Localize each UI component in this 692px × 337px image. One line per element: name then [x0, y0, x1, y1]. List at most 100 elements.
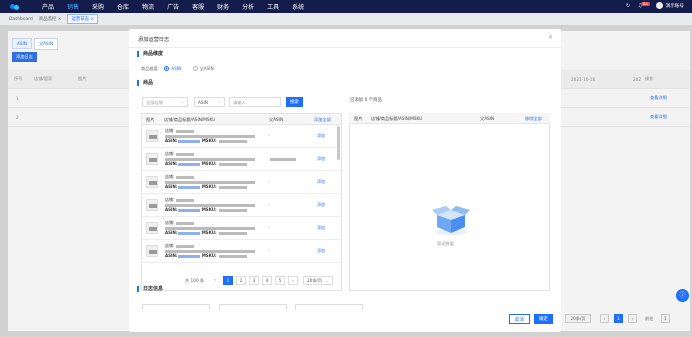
nav-item-system[interactable]: 系统 [292, 2, 304, 11]
nav-item-ads[interactable]: 广告 [167, 2, 179, 11]
goto-label: 前往 [645, 316, 654, 321]
page-size-select[interactable]: 20条/页 [565, 314, 591, 323]
msku-label: MSKU: [201, 207, 217, 212]
prev-page-button[interactable]: ‹ [600, 314, 609, 323]
list-item: 店铺: ASIN: MSKU: 添加 [142, 148, 341, 171]
col-parent-asin: 父ASIN [269, 117, 284, 122]
page-1-button[interactable]: 1 [614, 314, 623, 323]
nav-item-finance[interactable]: 财务 [217, 2, 229, 11]
list-item: 店铺: ASIN: MSKU: - 添加 [142, 194, 341, 217]
list-item: 店铺: ASIN: MSKU: - 添加 [142, 171, 341, 194]
add-link[interactable]: 添加 [317, 202, 325, 208]
add-log-button[interactable]: 添加日志 [12, 52, 37, 62]
log-field-3[interactable] [295, 304, 363, 310]
page-tabs-bar: Dashboard 商品监控 × 运营日志 × [0, 13, 692, 25]
page-5-button[interactable]: 5 [275, 276, 285, 285]
asin-label: ASIN: [165, 161, 178, 166]
view-detail-link[interactable]: 查看详细 [650, 114, 667, 120]
col-parent-asin: 父ASIN [480, 116, 495, 121]
filter-parent-asin-button[interactable]: 父ASIN [34, 38, 59, 50]
asin-label: ASIN: [165, 207, 178, 212]
add-link[interactable]: 添加 [317, 156, 325, 162]
list-item: 店铺: ASIN: MSKU: - 添加 [142, 240, 341, 263]
page-1-button[interactable]: 1 [223, 276, 233, 285]
asin-label: ASIN: [165, 184, 178, 189]
page-4-button[interactable]: 4 [262, 276, 272, 285]
avatar[interactable] [655, 2, 663, 9]
col-date-2: 202 [633, 76, 641, 82]
selected-products-panel: 已添加 0 个商品 图片 店铺/商品标题/ASIN/MSKU 父ASIN 移除全… [349, 98, 550, 291]
asin-label: ASIN: [165, 138, 178, 143]
view-detail-link[interactable]: 查看详细 [650, 95, 667, 101]
add-all-link[interactable]: 添加全部 [314, 117, 331, 123]
col-shop: 店铺/国家 [34, 76, 53, 81]
cancel-button[interactable]: 取消 [509, 314, 530, 324]
search-input[interactable]: 请输入 [229, 97, 281, 107]
nav-item-warehouse[interactable]: 仓库 [117, 2, 129, 11]
type-select[interactable]: ASIN ⌄ [194, 97, 225, 107]
page-3-button[interactable]: 3 [249, 276, 259, 285]
list-scrollbar[interactable] [337, 126, 340, 160]
tab-operation-log[interactable]: 运营日志 × [67, 14, 99, 24]
product-table-header: 图片 店铺/商品标题/ASIN/MSKU 父ASIN 添加全部 [142, 114, 341, 125]
pagination-total: 共 100 条 [185, 278, 205, 283]
confirm-button[interactable]: 确定 [534, 314, 553, 324]
parent-asin-value: - [268, 179, 270, 184]
col-product: 店铺/商品标题/ASIN/MSKU [164, 117, 216, 122]
app-logo[interactable] [10, 3, 20, 10]
shop-select[interactable]: 全部店铺 ⌄ [142, 97, 188, 107]
nav-item-sales[interactable]: 销售 [67, 2, 79, 11]
tab-product-monitor[interactable]: 商品监控 × [39, 16, 62, 22]
add-link[interactable]: 添加 [317, 248, 325, 254]
row-index: 1 [16, 95, 19, 101]
col-date: 2021-10-16 [571, 76, 596, 82]
asin-label: ASIN: [165, 230, 178, 235]
nav-item-tools[interactable]: 工具 [267, 2, 279, 11]
add-link[interactable]: 添加 [317, 179, 325, 185]
tab-dashboard[interactable]: Dashboard [9, 17, 33, 22]
next-page-button[interactable]: › [288, 276, 298, 285]
next-page-button[interactable]: › [628, 314, 637, 323]
nav-item-product[interactable]: 产品 [42, 2, 54, 11]
refresh-icon[interactable]: ↻ [625, 3, 631, 9]
log-field-1[interactable] [142, 304, 210, 310]
product-image [146, 130, 158, 142]
section-log-info: 日志信息 [137, 286, 163, 292]
notification-badge: 84 [641, 1, 650, 6]
filter-asin-button[interactable]: ASIN [12, 38, 32, 49]
close-icon[interactable]: × [548, 34, 553, 41]
radio-parent-asin[interactable]: 父ASIN [192, 66, 214, 72]
selected-count-title: 已添加 0 个商品 [350, 98, 382, 103]
parent-asin-value: - [268, 225, 270, 230]
col-index: 序号 [14, 76, 23, 81]
nav-item-purchase[interactable]: 采购 [92, 2, 104, 11]
remove-all-link[interactable]: 移除全部 [525, 116, 542, 122]
add-link[interactable]: 添加 [317, 133, 325, 139]
log-field-2[interactable] [219, 304, 287, 310]
product-image [146, 176, 158, 188]
empty-text: 暂无数据 [437, 241, 454, 246]
page-2-button[interactable]: 2 [236, 276, 246, 285]
msku-label: MSKU: [201, 161, 217, 166]
empty-box-icon [432, 206, 470, 235]
product-list-panel: 图片 店铺/商品标题/ASIN/MSKU 父ASIN 添加全部 店铺: ASIN… [141, 113, 342, 291]
section-goods: 商品 [137, 80, 153, 86]
radio-asin[interactable]: ASIN [164, 66, 181, 72]
page-size-select[interactable]: 20条/页 ⌄ [303, 276, 333, 285]
top-navigation-bar: 产品 销售 采购 仓库 物流 广告 客服 财务 分析 工具 系统 ↻ ♫ 84 … [0, 0, 692, 13]
help-float-button[interactable]: ⓘ [676, 289, 689, 302]
col-image: 图片 [78, 76, 87, 81]
msku-label: MSKU: [201, 138, 217, 143]
parent-asin-value: - [268, 248, 270, 253]
goto-input[interactable]: 1 [661, 314, 670, 323]
nav-item-service[interactable]: 客服 [192, 2, 204, 11]
add-link[interactable]: 添加 [317, 225, 325, 231]
selected-table-header: 图片 店铺/商品标题/ASIN/MSKU 父ASIN 移除全部 [349, 113, 550, 124]
msku-label: MSKU: [201, 230, 217, 235]
prev-page-button[interactable]: ‹ [210, 276, 220, 285]
user-name[interactable]: 演示账号 [666, 3, 684, 9]
msku-label: MSKU: [201, 184, 217, 189]
search-button[interactable]: 搜索 [286, 97, 303, 107]
nav-item-logistics[interactable]: 物流 [142, 2, 154, 11]
nav-item-analysis[interactable]: 分析 [242, 2, 254, 11]
